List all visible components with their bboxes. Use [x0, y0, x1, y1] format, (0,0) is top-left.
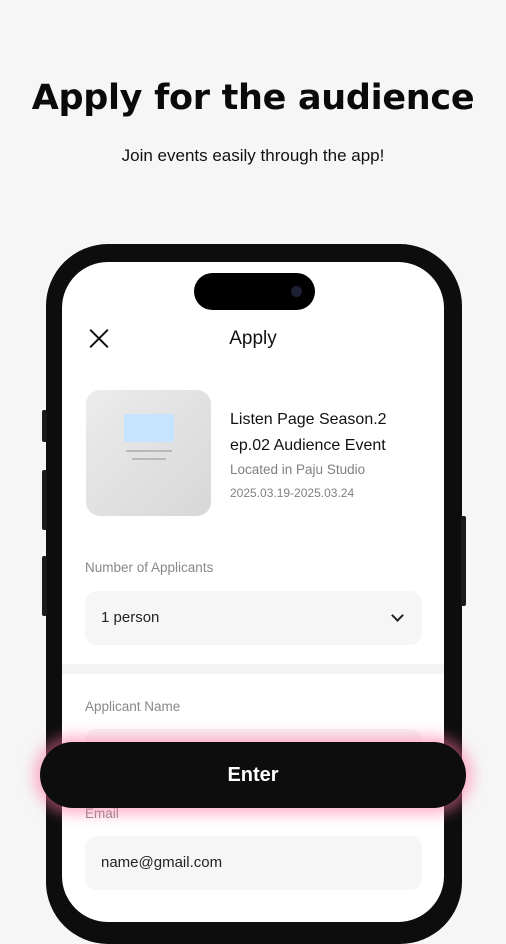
close-icon[interactable]: [88, 327, 110, 349]
page-title: Apply: [229, 328, 277, 349]
enter-button[interactable]: Enter: [40, 742, 466, 808]
phone-side-button: [42, 470, 47, 530]
thumbnail-line: [132, 458, 166, 460]
email-label: Email: [85, 806, 119, 821]
email-input[interactable]: name@gmail.com: [85, 836, 422, 890]
applicants-value: 1 person: [101, 609, 160, 626]
event-title: Listen Page Season.2 ep.02 Audience Even…: [230, 411, 387, 454]
event-location: Located in Paju Studio: [230, 462, 366, 477]
thumbnail-label: [124, 414, 174, 442]
applicant-name-label: Applicant Name: [85, 699, 181, 714]
promo-subline: Join events easily through the app!: [121, 146, 385, 165]
section-divider: [62, 664, 444, 674]
camera-icon: [291, 286, 302, 297]
event-thumbnail[interactable]: [86, 390, 211, 516]
applicants-select[interactable]: 1 person: [85, 591, 422, 645]
chevron-down-icon: [391, 609, 404, 622]
thumbnail-line: [126, 450, 172, 452]
phone-side-button: [461, 516, 466, 606]
promo-headline: Apply for the audience: [31, 78, 475, 118]
email-value: name@gmail.com: [101, 854, 223, 871]
event-dates: 2025.03.19-2025.03.24: [230, 486, 355, 500]
phone-side-button: [42, 410, 47, 442]
applicants-label: Number of Applicants: [85, 560, 214, 575]
phone-side-button: [42, 556, 47, 616]
